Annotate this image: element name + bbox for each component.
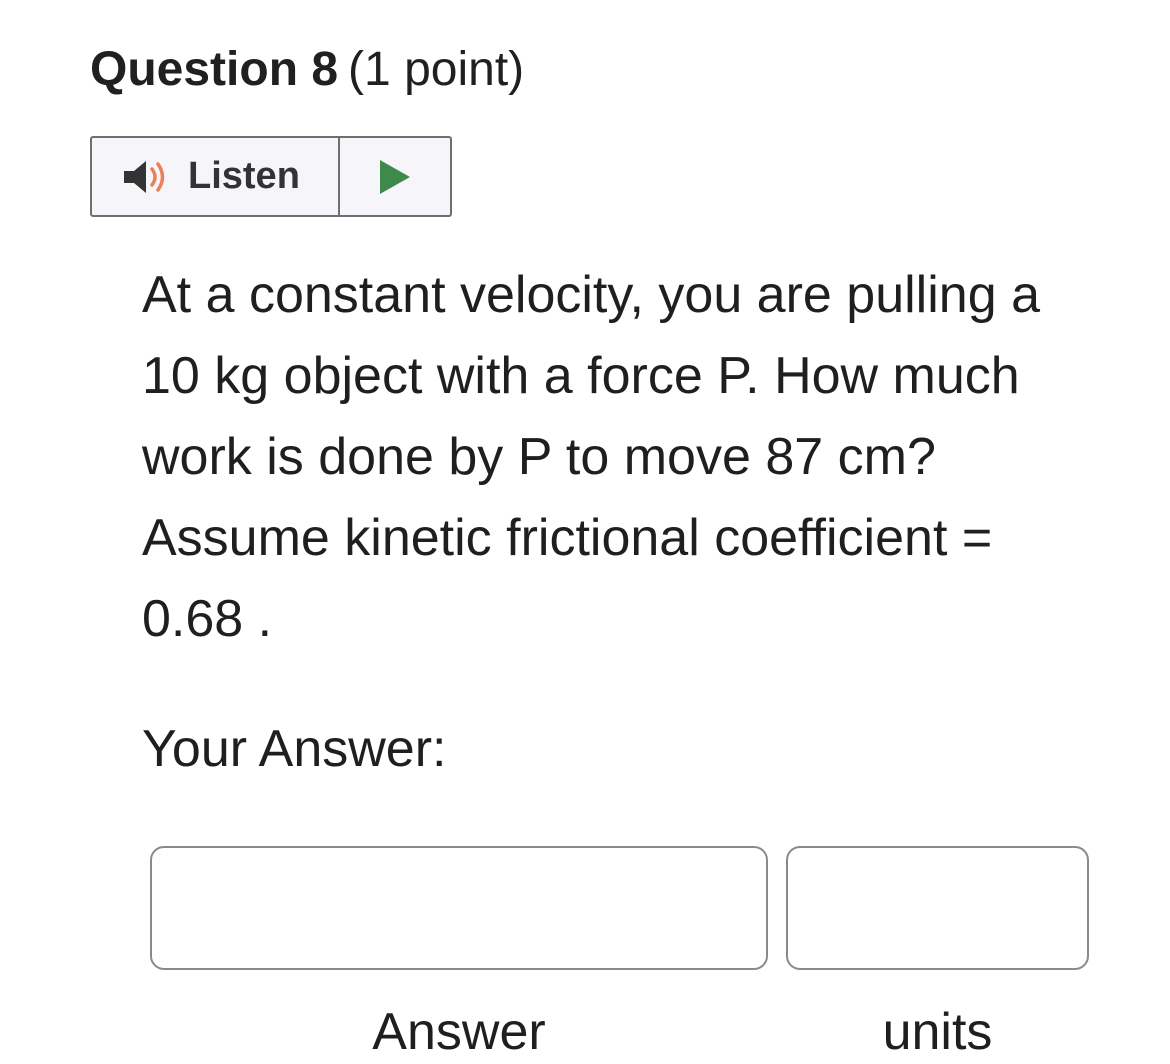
listen-button[interactable]: Listen bbox=[92, 138, 340, 215]
listen-label: Listen bbox=[188, 155, 300, 197]
answer-input[interactable] bbox=[150, 846, 768, 970]
question-points: (1 point) bbox=[348, 43, 525, 96]
question-number: Question 8 bbox=[90, 43, 339, 96]
play-icon bbox=[380, 159, 410, 194]
units-caption: units bbox=[882, 1003, 993, 1061]
play-button[interactable] bbox=[340, 138, 450, 215]
answer-heading: Your Answer: bbox=[142, 720, 447, 778]
listen-widget: Listen bbox=[90, 136, 452, 217]
speaker-icon bbox=[122, 157, 174, 197]
units-input[interactable] bbox=[786, 846, 1089, 970]
answer-caption: Answer bbox=[372, 1003, 546, 1061]
question-header: Question 8 (1 point) bbox=[90, 40, 524, 100]
question-prompt: At a constant velocity, you are pulling … bbox=[142, 266, 1040, 648]
